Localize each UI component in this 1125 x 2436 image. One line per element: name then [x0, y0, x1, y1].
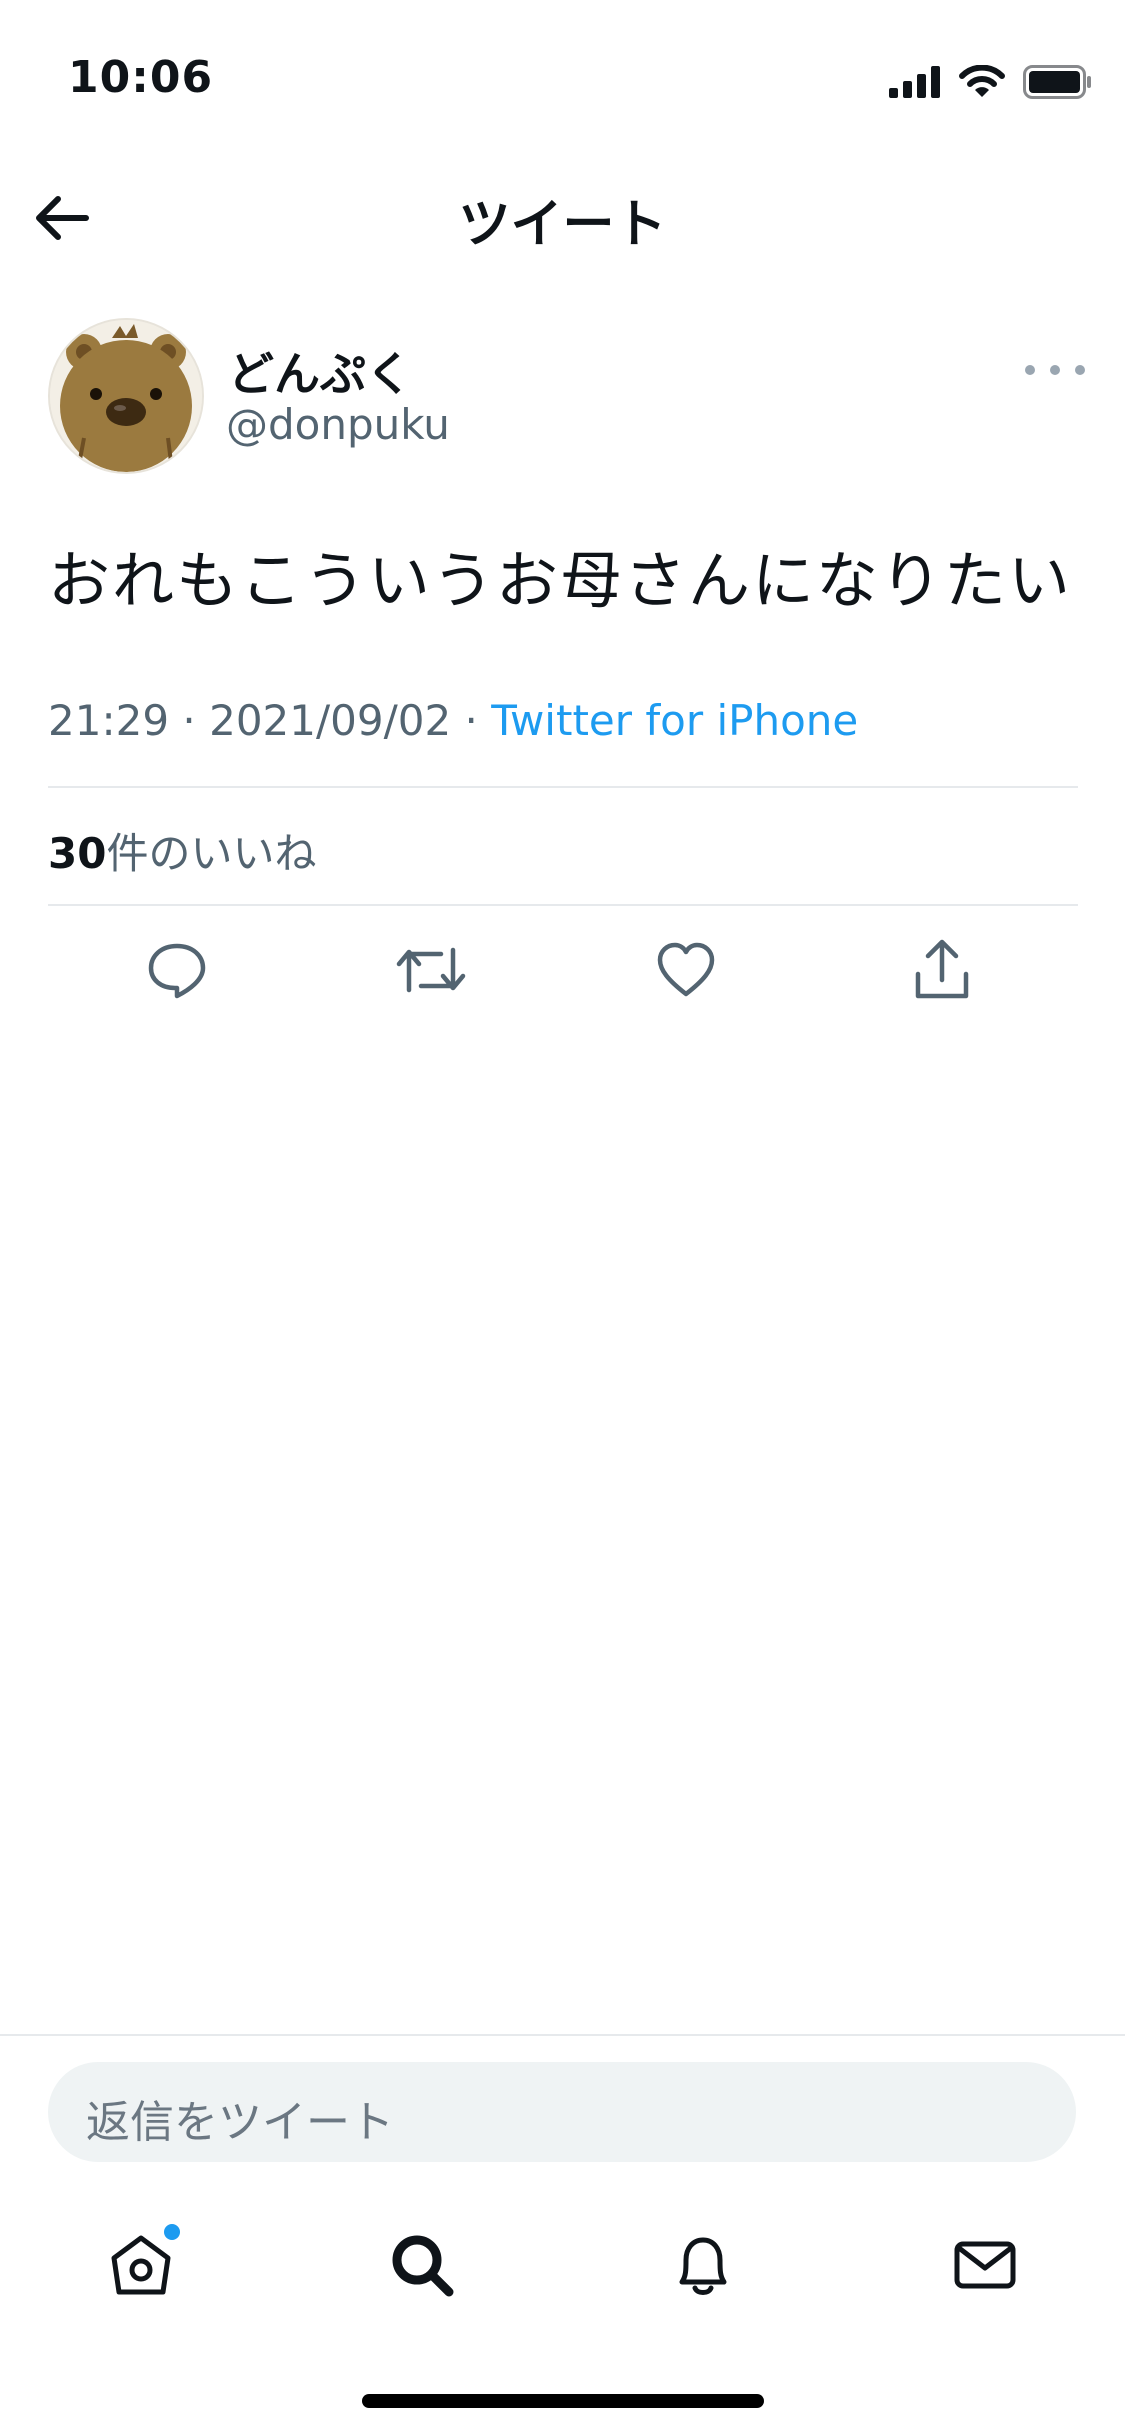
tweet-detail-screen: 10:06 ツイート どんぷく @donpuku おれもこういうお母さんになりた… [0, 0, 1125, 2436]
notifications-icon [679, 2237, 727, 2295]
tab-messages[interactable] [940, 2220, 1030, 2310]
bottom-divider [0, 2034, 1125, 2036]
like-icon [657, 942, 715, 997]
status-time: 10:06 [68, 52, 214, 103]
new-content-dot [164, 2224, 180, 2240]
tab-notifications[interactable] [658, 2220, 748, 2310]
likes-summary[interactable]: 30件のいいね [48, 820, 316, 881]
share-button[interactable] [902, 930, 982, 1010]
status-bar: 10:06 [0, 0, 1125, 150]
avatar[interactable] [48, 318, 204, 474]
display-name[interactable]: どんぷく [228, 338, 412, 404]
reply-placeholder: 返信をツイート [86, 2097, 394, 2148]
divider [48, 786, 1078, 788]
home-icon [111, 2235, 171, 2295]
home-indicator[interactable] [362, 2394, 764, 2408]
status-icons [889, 60, 1093, 104]
share-icon [915, 939, 969, 999]
likes-label: 件のいいね [106, 829, 317, 878]
search-icon [392, 2235, 454, 2297]
cellular-signal-icon [889, 66, 940, 98]
meta-separator: · [169, 696, 210, 745]
tab-bar [0, 2200, 1125, 2330]
user-handle[interactable]: @donpuku [226, 400, 450, 449]
tweet-time: 21:29 [48, 696, 170, 745]
retweet-icon [396, 947, 466, 993]
more-dot-icon [1050, 365, 1060, 375]
battery-icon [1023, 65, 1091, 99]
tab-home[interactable] [96, 2220, 186, 2310]
tweet-meta: 21:29 · 2021/09/02 · Twitter for iPhone [48, 696, 858, 745]
bear-avatar-icon [50, 320, 202, 472]
tab-search[interactable] [377, 2220, 467, 2310]
more-dot-icon [1025, 365, 1035, 375]
like-button[interactable] [646, 930, 726, 1010]
more-options-button[interactable] [1025, 350, 1085, 390]
messages-icon [954, 2241, 1016, 2289]
reply-button[interactable] [137, 930, 217, 1010]
tweet-date: 2021/09/02 [209, 696, 452, 745]
wifi-icon [959, 65, 1005, 97]
retweet-button[interactable] [391, 930, 471, 1010]
tweet-source-link[interactable]: Twitter for iPhone [491, 696, 858, 745]
meta-separator: · [451, 696, 492, 745]
reply-input[interactable]: 返信をツイート [48, 2062, 1076, 2162]
likes-count: 30 [48, 829, 107, 878]
tweet-text: おれもこういうお母さんになりたい [48, 544, 1073, 617]
tweet-actions [0, 930, 1125, 1010]
nav-header: ツイート [0, 160, 1125, 270]
reply-icon [148, 943, 206, 999]
divider [48, 904, 1078, 906]
page-title: ツイート [458, 195, 667, 255]
more-dot-icon [1075, 365, 1085, 375]
